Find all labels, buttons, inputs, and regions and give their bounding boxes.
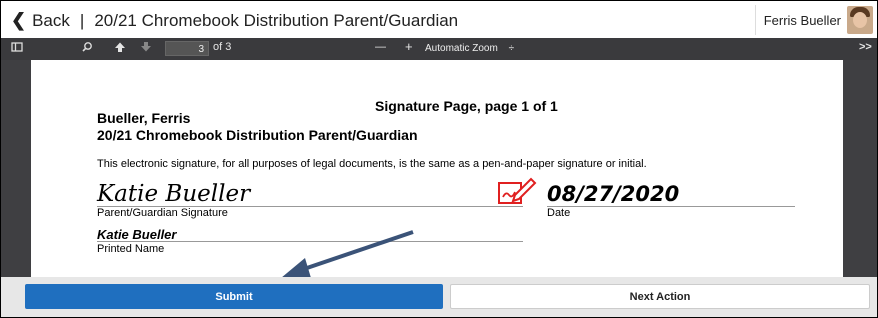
sign-here-icon[interactable] bbox=[497, 175, 537, 212]
action-bar: Submit Next Action bbox=[1, 277, 877, 317]
app-frame: ❮ Back | 20/21 Chromebook Distribution P… bbox=[0, 0, 878, 318]
title-separator: | bbox=[79, 10, 85, 30]
printed-name-label: Printed Name bbox=[97, 243, 165, 255]
zoom-out-button[interactable]: — bbox=[375, 41, 386, 53]
page-number-input[interactable]: 3 bbox=[165, 41, 209, 56]
legal-statement: This electronic signature, for all purpo… bbox=[97, 158, 647, 170]
user-name: Ferris Bueller bbox=[763, 12, 841, 28]
submit-button[interactable]: Submit bbox=[25, 284, 443, 309]
chevron-left-icon: ❮ bbox=[11, 10, 27, 30]
back-link[interactable]: ❮ Back | 20/21 Chromebook Distribution P… bbox=[11, 10, 458, 31]
back-label: Back bbox=[32, 10, 70, 30]
zoom-select[interactable]: Automatic Zoom ÷ bbox=[425, 41, 535, 56]
printed-name: Katie Bueller bbox=[97, 227, 177, 242]
document-page: Signature Page, page 1 of 1 Bueller, Fer… bbox=[31, 60, 843, 277]
page-total: of 3 bbox=[213, 41, 232, 53]
date-line bbox=[547, 206, 795, 207]
next-action-button[interactable]: Next Action bbox=[450, 284, 870, 309]
student-name: Bueller, Ferris bbox=[97, 110, 191, 126]
arrow-up-icon[interactable] bbox=[114, 41, 126, 56]
signature-date: 08/27/2020 bbox=[547, 182, 680, 206]
guardian-signature: Katie Bueller bbox=[97, 181, 251, 207]
more-tools-button[interactable]: >> bbox=[859, 41, 872, 53]
signature-page-title: Signature Page, page 1 of 1 bbox=[375, 98, 558, 114]
signature-label: Parent/Guardian Signature bbox=[97, 207, 228, 219]
pdf-toolbar: 3 of 3 — + Automatic Zoom ÷ >> bbox=[1, 38, 877, 60]
date-label: Date bbox=[547, 207, 571, 219]
search-icon[interactable] bbox=[81, 41, 93, 56]
avatar bbox=[847, 6, 873, 34]
header: ❮ Back | 20/21 Chromebook Distribution P… bbox=[1, 1, 877, 39]
user-menu[interactable]: Ferris Bueller bbox=[754, 5, 873, 35]
page-title: 20/21 Chromebook Distribution Parent/Gua… bbox=[94, 10, 459, 30]
zoom-in-button[interactable]: + bbox=[405, 39, 413, 54]
zoom-caret-icon: ÷ bbox=[508, 43, 515, 54]
sidebar-toggle-icon[interactable] bbox=[11, 41, 23, 56]
arrow-down-icon[interactable] bbox=[140, 41, 152, 56]
document-name: 20/21 Chromebook Distribution Parent/Gua… bbox=[97, 127, 418, 143]
zoom-label: Automatic Zoom bbox=[425, 43, 498, 54]
